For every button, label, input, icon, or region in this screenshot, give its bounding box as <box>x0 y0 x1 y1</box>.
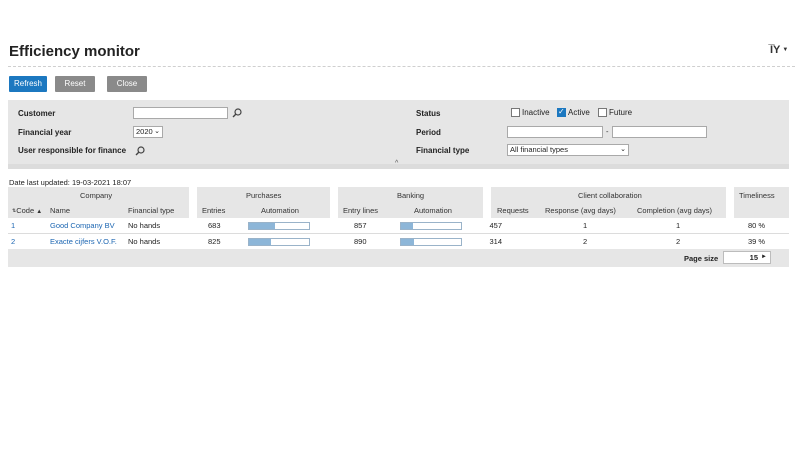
cell-response: 2 <box>583 237 588 246</box>
status-inactive-label: Inactive <box>522 108 550 117</box>
cell-completion: 2 <box>676 237 681 246</box>
requests-value: 457 <box>489 221 502 230</box>
chevron-down-icon: ▼ <box>782 47 789 53</box>
customer-input[interactable] <box>133 107 228 119</box>
checkbox-inactive[interactable] <box>511 108 520 117</box>
financial-year-label: Financial year <box>18 128 72 137</box>
cell-entries: 825 <box>208 237 221 246</box>
sort-ascending-icon: ▲ <box>36 209 43 215</box>
group-banking-title: Banking <box>397 191 425 200</box>
banking-automation-fill <box>401 223 413 229</box>
chevron-down-icon: ⌄ <box>620 146 626 153</box>
chevron-right-icon: ► <box>761 254 767 260</box>
table-row[interactable]: 1 Good Company BV No hands 683 857 457 1… <box>8 218 789 234</box>
requests-value: 314 <box>489 237 502 246</box>
column-entries[interactable]: Entries <box>202 206 225 215</box>
purchases-automation-fill <box>249 223 276 229</box>
purchases-automation-bar <box>248 238 310 246</box>
checkbox-active[interactable] <box>557 107 566 117</box>
refresh-button[interactable]: Refresh <box>9 76 47 92</box>
column-response[interactable]: Response (avg days) <box>545 206 616 215</box>
language-icon: I̅Y <box>770 44 781 56</box>
group-company-title: Company <box>80 191 113 200</box>
page-title: Efficiency monitor <box>9 43 140 60</box>
cell-financial-type: No hands <box>128 237 161 246</box>
page-size-value: 15 <box>749 253 758 262</box>
status-active-label: Active <box>568 108 590 117</box>
cell-timeliness: 80 % <box>748 221 766 230</box>
close-button[interactable]: Close <box>107 76 147 92</box>
cell-completion: 1 <box>676 221 681 230</box>
group-purchases-title: Purchases <box>246 191 282 200</box>
column-code-label: Code <box>16 206 35 215</box>
cell-entry-lines: 890 <box>354 237 367 246</box>
column-requests[interactable]: Requests <box>497 206 529 215</box>
column-financial-type[interactable]: Financial type <box>128 206 174 215</box>
period-start-input[interactable] <box>507 126 603 138</box>
cell-code[interactable]: 2 <box>11 237 15 246</box>
column-code[interactable]: ⇅Code ▲ <box>12 206 42 215</box>
purchases-automation-bar <box>248 222 310 230</box>
group-timeliness-title: Timeliness <box>739 191 775 200</box>
header-divider <box>8 66 795 67</box>
column-purchases-automation[interactable]: Automation <box>261 206 299 215</box>
column-completion[interactable]: Completion (avg days) <box>637 206 712 215</box>
table-row[interactable]: 2 Exacte cijfers V.O.F. No hands 825 890… <box>8 234 789 250</box>
purchases-automation-fill <box>249 239 272 245</box>
cell-entry-lines: 857 <box>354 221 367 230</box>
search-icon[interactable] <box>135 146 145 156</box>
banking-automation-fill <box>401 239 415 245</box>
date-last-updated: Date last updated: 19-03-2021 18:07 <box>9 178 132 187</box>
column-name[interactable]: Name <box>50 206 70 215</box>
banking-automation-bar <box>400 222 462 230</box>
filter-collapse-bar[interactable] <box>8 164 789 169</box>
user-responsible-label: User responsible for finance <box>18 146 127 155</box>
cell-financial-type: No hands <box>128 221 161 230</box>
search-icon[interactable] <box>232 108 242 118</box>
financial-year-value: 2020 <box>136 127 153 136</box>
column-entry-lines[interactable]: Entry lines <box>343 206 378 215</box>
cell-name[interactable]: Exacte cijfers V.O.F. <box>50 237 117 246</box>
cell-timeliness: 39 % <box>748 237 766 246</box>
cell-entries: 683 <box>208 221 221 230</box>
status-label: Status <box>416 109 441 118</box>
status-future-label: Future <box>609 108 633 117</box>
banking-automation-bar <box>400 238 462 246</box>
financial-year-select[interactable]: 2020 ⌄ <box>133 126 163 138</box>
status-future-checkbox[interactable]: Future <box>598 108 632 117</box>
financial-type-value: All financial types <box>510 145 568 154</box>
cell-response: 1 <box>583 221 588 230</box>
checkbox-future[interactable] <box>598 108 607 117</box>
group-client-collaboration-title: Client collaboration <box>578 191 642 200</box>
table-footer <box>8 249 789 267</box>
chevron-down-icon: ⌄ <box>154 128 160 135</box>
language-menu[interactable]: I̅Y ▼ <box>770 44 788 56</box>
cell-code[interactable]: 1 <box>11 221 15 230</box>
page-size-label: Page size <box>684 254 719 263</box>
reset-button[interactable]: Reset <box>55 76 95 92</box>
status-active-checkbox[interactable]: Active <box>557 107 590 117</box>
status-inactive-checkbox[interactable]: Inactive <box>511 108 550 117</box>
collapse-icon[interactable]: ^ <box>395 160 398 167</box>
cell-name[interactable]: Good Company BV <box>50 221 115 230</box>
customer-label: Customer <box>18 109 56 118</box>
financial-type-label: Financial type <box>416 146 470 155</box>
period-separator: - <box>606 127 609 136</box>
column-banking-automation[interactable]: Automation <box>414 206 452 215</box>
page-size-select[interactable]: 15 ► <box>723 251 771 264</box>
period-end-input[interactable] <box>612 126 707 138</box>
financial-type-select[interactable]: All financial types ⌄ <box>507 144 629 156</box>
period-label: Period <box>416 128 441 137</box>
